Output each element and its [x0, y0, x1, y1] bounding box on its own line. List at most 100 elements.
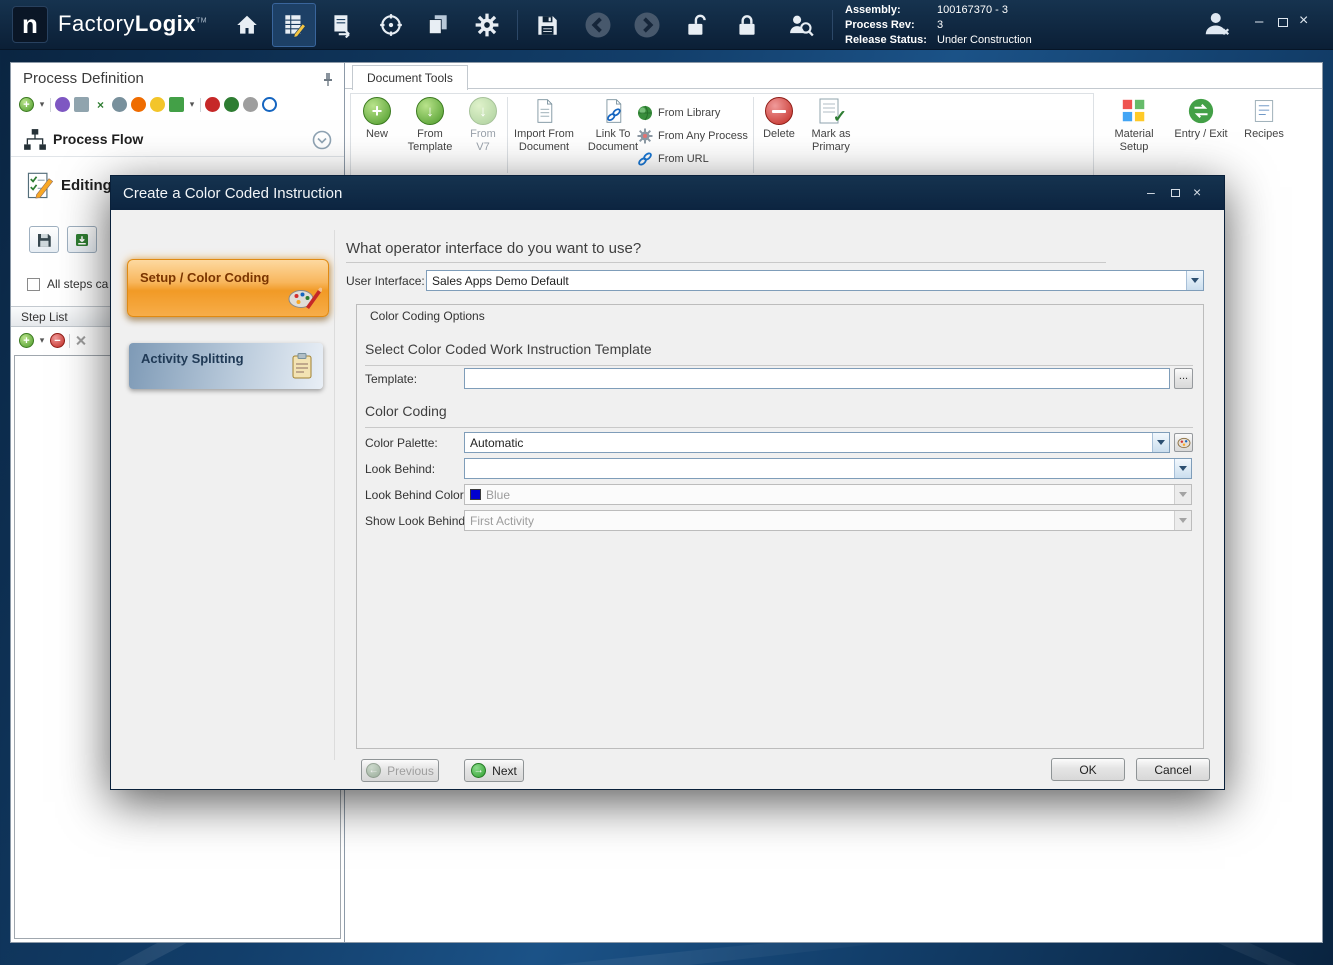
new-document-button[interactable]: + New	[355, 97, 399, 177]
home-icon	[234, 12, 260, 38]
delete-icon	[765, 97, 793, 125]
lock-button[interactable]	[730, 8, 764, 42]
from-library-button[interactable]: From Library	[637, 103, 720, 123]
import-from-document-button[interactable]: Import From Document	[511, 97, 577, 177]
remove-step-icon[interactable]: −	[50, 333, 65, 348]
cancel-button[interactable]: Cancel	[1136, 758, 1210, 781]
ribbon-separator	[753, 97, 754, 173]
check-glyph: ✓	[833, 107, 847, 127]
entry-exit-button[interactable]: Entry / Exit	[1169, 97, 1233, 177]
process-flow-row[interactable]: Process Flow	[11, 123, 344, 157]
template-browse-button[interactable]: ...	[1174, 368, 1193, 389]
release-status-value: Under Construction	[937, 33, 1032, 48]
dialog-minimize-button[interactable]: –	[1147, 185, 1155, 200]
palette-picker-button[interactable]	[1174, 433, 1193, 452]
save-step-button[interactable]	[29, 226, 59, 253]
save-button[interactable]	[530, 8, 564, 42]
logo-logix: Logix	[135, 11, 196, 36]
pause-icon[interactable]	[243, 97, 258, 112]
process-flow-label: Process Flow	[53, 131, 143, 147]
cut-icon[interactable]	[74, 334, 87, 347]
cancel-label: Cancel	[1154, 763, 1191, 777]
from-v7-button[interactable]: ↓ From V7	[463, 97, 503, 177]
dropdown-arrow-icon[interactable]	[1186, 271, 1203, 290]
clear-icon[interactable]: ×	[93, 97, 108, 112]
chevron-down-icon[interactable]: ▾	[38, 99, 46, 110]
person-orange-icon[interactable]	[131, 97, 146, 112]
material-setup-button[interactable]: Material Setup	[1107, 97, 1161, 177]
process-editor-button[interactable]	[277, 8, 311, 42]
color-palette-label: Color Palette:	[365, 436, 438, 450]
forward-button[interactable]	[630, 8, 664, 42]
link-to-document-button[interactable]: Link To Document	[581, 97, 645, 177]
logo-factory: Factory	[58, 11, 135, 36]
show-look-behind-value: First Activity	[465, 514, 1174, 528]
nav-setup-color-coding[interactable]: Setup / Color Coding	[127, 259, 329, 317]
delete-button[interactable]: Delete	[757, 97, 801, 177]
person-help-icon[interactable]	[112, 97, 127, 112]
previous-button: ← Previous	[361, 759, 439, 782]
app-logo-icon: n	[12, 6, 48, 43]
chevron-down-icon[interactable]: ▾	[188, 99, 196, 110]
next-button[interactable]: → Next	[464, 759, 524, 782]
mark-as-primary-button[interactable]: ✓ Mark as Primary	[803, 97, 859, 177]
add-icon[interactable]: +	[19, 97, 34, 112]
logout-user-button[interactable]	[1200, 6, 1234, 40]
entry-exit-icon	[1187, 97, 1215, 125]
dialog-close-button[interactable]: ×	[1193, 185, 1201, 200]
down-arrow-glyph: ↓	[479, 103, 487, 120]
color-palette-value: Automatic	[465, 436, 1152, 450]
home-button[interactable]	[230, 8, 264, 42]
template-input[interactable]	[464, 368, 1170, 389]
navigator-button[interactable]	[374, 8, 408, 42]
dropdown-arrow-icon[interactable]	[1152, 433, 1169, 452]
find-user-button[interactable]	[783, 8, 817, 42]
release-status-label: Release Status:	[845, 33, 937, 48]
dropdown-arrow-icon[interactable]	[1174, 459, 1191, 478]
color-palette-select[interactable]: Automatic	[464, 432, 1170, 453]
flag-icon[interactable]	[169, 97, 184, 112]
back-button[interactable]	[581, 8, 615, 42]
dialog-titlebar[interactable]: Create a Color Coded Instruction – ×	[111, 176, 1224, 210]
tab-document-tools[interactable]: Document Tools	[352, 65, 468, 90]
recipes-button[interactable]: Recipes	[1239, 97, 1289, 177]
link-icon[interactable]	[55, 97, 70, 112]
resume-icon[interactable]	[224, 97, 239, 112]
close-button[interactable]: ×	[1299, 13, 1308, 29]
copy-icon	[425, 12, 451, 38]
dialog-maximize-button[interactable]	[1171, 189, 1180, 197]
copy-documents-button[interactable]	[421, 8, 455, 42]
from-url-button[interactable]: From URL	[637, 149, 709, 169]
lock-icon	[734, 12, 760, 38]
ok-button[interactable]: OK	[1051, 758, 1125, 781]
from-url-label: From URL	[658, 153, 709, 165]
info-icon[interactable]	[262, 97, 277, 112]
minimize-button[interactable]: –	[1255, 14, 1263, 30]
recipes-icon	[1251, 97, 1277, 125]
from-any-process-button[interactable]: From Any Process	[637, 126, 748, 146]
link-doc-label: Link To Document	[581, 128, 645, 154]
key-icon[interactable]	[150, 97, 165, 112]
left-arrow-glyph: ←	[369, 765, 379, 776]
add-step-icon[interactable]: +	[19, 333, 34, 348]
pin-icon[interactable]	[320, 71, 336, 87]
maximize-button[interactable]	[1278, 18, 1288, 27]
create-color-coded-instruction-dialog: Create a Color Coded Instruction – × Set…	[110, 175, 1225, 790]
print-icon[interactable]	[74, 97, 89, 112]
unlock-button[interactable]	[680, 8, 714, 42]
all-steps-checkbox[interactable]	[27, 278, 40, 291]
from-template-button[interactable]: ↓ From Template	[401, 97, 459, 177]
look-behind-select[interactable]	[464, 458, 1192, 479]
process-rev-value: 3	[937, 18, 943, 33]
chevron-down-icon[interactable]: ▾	[38, 335, 46, 346]
assembly-info: Assembly:100167370 - 3 Process Rev:3 Rel…	[845, 3, 1032, 48]
import-button[interactable]	[67, 226, 97, 253]
user-interface-label: User Interface:	[346, 274, 425, 288]
nav-activity-splitting[interactable]: Activity Splitting	[129, 343, 323, 389]
user-interface-select[interactable]: Sales Apps Demo Default	[426, 270, 1204, 291]
record-icon[interactable]	[205, 97, 220, 112]
collapse-circle-icon[interactable]	[312, 130, 332, 150]
save-icon	[35, 231, 53, 249]
settings-button[interactable]	[470, 8, 504, 42]
document-release-button[interactable]	[325, 8, 359, 42]
